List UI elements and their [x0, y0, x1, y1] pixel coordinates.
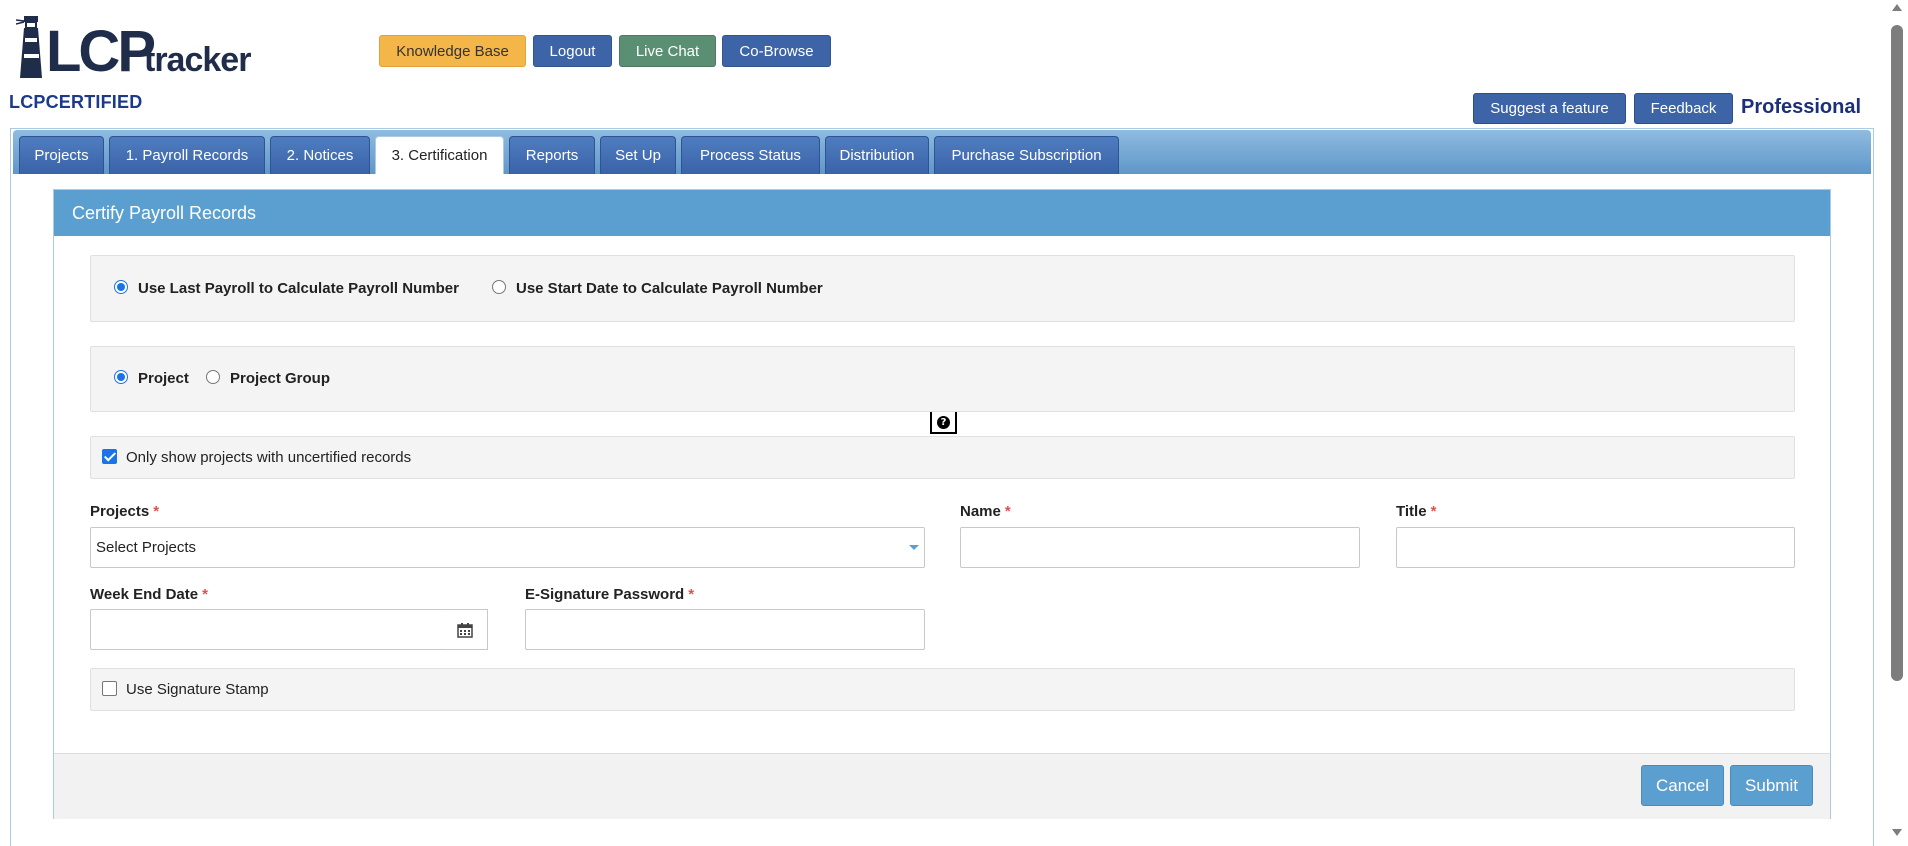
scope-well — [90, 346, 1795, 412]
tab-set-up[interactable]: Set Up — [600, 136, 676, 174]
projects-select[interactable]: Select Projects — [90, 527, 925, 568]
calendar-icon — [457, 622, 473, 638]
radio-last-payroll[interactable] — [114, 280, 128, 294]
scroll-thumb[interactable] — [1891, 25, 1903, 681]
name-label: Name * — [960, 503, 1011, 520]
tab-distribution[interactable]: Distribution — [825, 136, 929, 174]
tab-notices[interactable]: 2. Notices — [270, 136, 370, 174]
chevron-down-icon — [909, 545, 919, 550]
uncertified-filter-label: Only show projects with uncertified reco… — [126, 449, 412, 466]
scroll-up-icon[interactable] — [1892, 4, 1902, 11]
esig-password-field[interactable] — [525, 609, 925, 650]
calendar-button[interactable] — [443, 609, 488, 650]
tab-reports[interactable]: Reports — [509, 136, 595, 174]
knowledge-base-button[interactable]: Knowledge Base — [379, 35, 526, 67]
co-browse-button[interactable]: Co-Browse — [722, 35, 831, 67]
tab-payroll-records[interactable]: 1. Payroll Records — [109, 136, 265, 174]
signature-stamp-label: Use Signature Stamp — [126, 681, 269, 698]
projects-select-value: Select Projects — [96, 539, 197, 556]
tab-process-status[interactable]: Process Status — [681, 136, 820, 174]
question-icon: ? — [937, 415, 950, 429]
radio-start-date-label: Use Start Date to Calculate Payroll Numb… — [516, 280, 823, 297]
live-chat-button[interactable]: Live Chat — [619, 35, 716, 67]
tab-certification[interactable]: 3. Certification — [375, 136, 504, 174]
logo-text-sub: tracker — [144, 41, 251, 79]
week-end-label: Week End Date * — [90, 586, 208, 603]
radio-project-group[interactable] — [206, 370, 220, 384]
scroll-down-icon[interactable] — [1892, 829, 1902, 836]
cancel-button[interactable]: Cancel — [1641, 765, 1724, 806]
radio-start-date[interactable] — [492, 280, 506, 294]
logo-text-main: LCP — [46, 19, 156, 84]
account-name: LCPCERTIFIED — [9, 92, 143, 112]
projects-label: Projects * — [90, 503, 160, 520]
radio-last-payroll-label: Use Last Payroll to Calculate Payroll Nu… — [138, 280, 459, 297]
radio-project[interactable] — [114, 370, 128, 384]
name-field[interactable] — [960, 527, 1360, 568]
suggest-feature-button[interactable]: Suggest a feature — [1473, 93, 1626, 124]
submit-button[interactable]: Submit — [1730, 765, 1813, 806]
week-end-date-field[interactable] — [90, 609, 444, 650]
radio-project-group-label: Project Group — [230, 370, 331, 387]
radio-project-label: Project — [138, 370, 189, 387]
plan-label: Professional — [1741, 96, 1862, 118]
panel-title: Certify Payroll Records — [54, 190, 1830, 236]
logout-button[interactable]: Logout — [533, 35, 612, 67]
title-label: Title * — [1396, 503, 1437, 520]
tab-projects[interactable]: Projects — [19, 136, 104, 174]
page: LCP tracker Knowledge Base Logout Live C… — [0, 0, 1908, 846]
uncertified-filter-checkbox[interactable] — [102, 449, 117, 464]
feedback-button[interactable]: Feedback — [1634, 93, 1733, 124]
title-field[interactable] — [1396, 527, 1795, 568]
panel-footer — [54, 753, 1830, 819]
logo[interactable]: LCP tracker — [10, 16, 260, 82]
help-icon[interactable]: ? — [930, 412, 957, 434]
signature-stamp-well — [90, 668, 1795, 711]
esig-label: E-Signature Password * — [525, 586, 695, 603]
tab-purchase-subscription[interactable]: Purchase Subscription — [934, 136, 1119, 174]
signature-stamp-checkbox[interactable] — [102, 681, 117, 696]
